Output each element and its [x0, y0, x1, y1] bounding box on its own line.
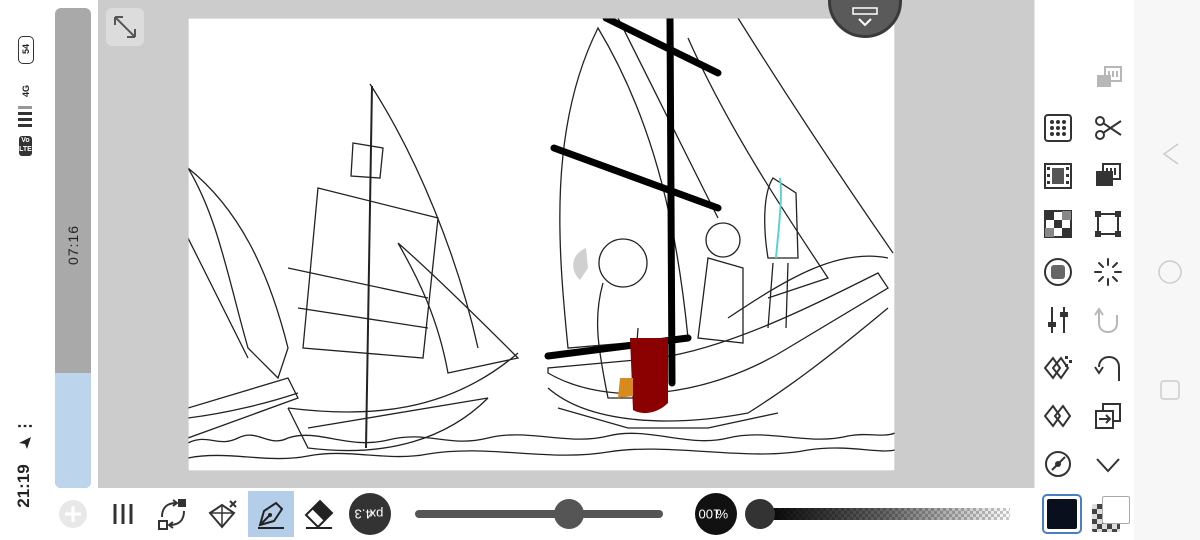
blend-button[interactable] — [1038, 396, 1078, 436]
menu-button[interactable] — [102, 493, 144, 535]
foreground-color-swatch[interactable] — [1042, 494, 1082, 534]
signal-icon — [18, 106, 32, 127]
select-rect-icon — [1095, 211, 1121, 237]
gradient-button[interactable] — [1038, 252, 1078, 292]
brush-size-slider[interactable] — [415, 510, 663, 518]
filmstrip-icon — [1044, 163, 1072, 189]
palette-grid-icon — [1044, 114, 1072, 142]
import-icon — [1095, 403, 1121, 429]
battery-level: 54 — [21, 44, 31, 55]
eraser-tool-button[interactable] — [298, 493, 340, 535]
compass-button[interactable] — [1038, 444, 1078, 484]
undo-icon — [1094, 355, 1120, 381]
import-button[interactable] — [1088, 396, 1128, 436]
layer-grid-icon — [1044, 210, 1072, 238]
palette-button[interactable] — [1038, 108, 1078, 148]
menu-icon — [113, 504, 133, 524]
clock: 21:19 — [14, 464, 33, 508]
home-nav-icon[interactable] — [1156, 258, 1184, 286]
blend-icon — [1043, 404, 1072, 428]
layer-grid-button[interactable] — [1038, 204, 1078, 244]
brush-opacity-unit: % — [716, 506, 729, 522]
timer-readout: 07:16 — [65, 224, 81, 266]
brush-opacity-readout[interactable]: 100% — [695, 493, 737, 535]
layers-icon — [1096, 163, 1121, 186]
animation-button[interactable] — [1038, 156, 1078, 196]
paste-icon — [1097, 66, 1122, 87]
back-nav-icon[interactable] — [1162, 142, 1180, 166]
fill-tool-button[interactable] — [202, 493, 244, 535]
battery-indicator: 54 — [18, 36, 34, 64]
adjust-sliders-icon — [1048, 307, 1068, 333]
loading-icon — [1094, 258, 1122, 286]
chevron-down-icon — [852, 7, 878, 27]
fullscreen-button[interactable] — [106, 8, 144, 46]
paste-button[interactable] — [1088, 58, 1128, 98]
undo-button[interactable] — [1088, 348, 1128, 388]
brush-size-slider-thumb[interactable] — [553, 499, 584, 529]
volte-badge: Vo LTE — [19, 136, 32, 156]
transform-tool-button[interactable] — [152, 493, 194, 535]
collapse-panel-button[interactable] — [1088, 444, 1128, 484]
brush-opacity-slider[interactable] — [760, 508, 1010, 520]
gradient-icon — [1044, 258, 1072, 286]
system-navigation-bar — [1134, 0, 1200, 540]
pattern-icon — [1043, 356, 1072, 380]
pen-tool-button[interactable] — [248, 491, 294, 537]
drawing-canvas[interactable] — [188, 18, 895, 471]
layers-button[interactable] — [1088, 156, 1128, 196]
recents-nav-icon[interactable] — [1158, 378, 1182, 402]
transform-icon — [158, 499, 186, 530]
redo-icon — [1094, 307, 1118, 334]
brush-size-unit: px — [369, 506, 384, 522]
background-color-swatch[interactable] — [1092, 496, 1132, 536]
compass-icon — [1045, 451, 1071, 477]
selection-button[interactable] — [1088, 204, 1128, 244]
fill-icon — [208, 500, 237, 529]
add-button[interactable] — [52, 493, 94, 535]
brush-opacity-slider-thumb[interactable] — [745, 499, 775, 529]
background-color-fill — [1102, 496, 1130, 524]
location-arrow-icon — [19, 437, 31, 449]
ship-sketch — [188, 18, 895, 471]
cut-button[interactable] — [1088, 108, 1128, 148]
eraser-icon — [304, 499, 334, 529]
brush-size-readout[interactable]: 4.3 px — [349, 493, 391, 535]
system-status-bar: 54 4G Vo LTE ⋮ 21:19 — [0, 0, 48, 540]
collapse-icon — [1096, 458, 1120, 473]
adjustments-button[interactable] — [1038, 300, 1078, 340]
pattern-button[interactable] — [1038, 348, 1078, 388]
cut-icon — [1095, 116, 1122, 140]
expand-icon — [114, 16, 136, 38]
add-icon — [59, 500, 87, 528]
busy-indicator — [1088, 252, 1128, 292]
foreground-color-fill — [1047, 499, 1077, 529]
pen-icon — [258, 501, 284, 529]
redo-button[interactable] — [1088, 300, 1128, 340]
timer-gauge-fill — [55, 372, 91, 488]
